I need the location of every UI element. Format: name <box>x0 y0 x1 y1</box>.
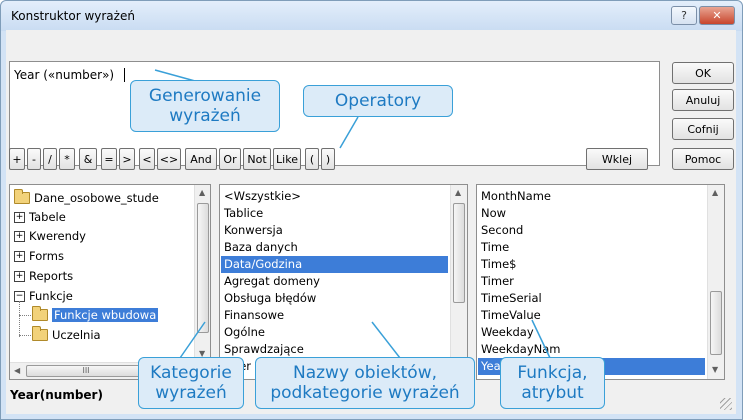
open-folder-icon <box>32 306 48 321</box>
help-button[interactable]: Pomoc <box>672 148 734 170</box>
list-item[interactable]: Second <box>481 222 523 239</box>
list-item[interactable]: Time <box>481 239 509 256</box>
scroll-thumb[interactable] <box>453 203 465 303</box>
operator-greater-button[interactable]: > <box>119 148 135 170</box>
function-syntax-status: Year(number) <box>10 388 103 402</box>
ok-button[interactable]: OK <box>672 62 734 84</box>
list-item[interactable]: WeekdayNam <box>481 341 561 358</box>
tree-item-forms[interactable]: + Forms <box>14 247 64 265</box>
list-item[interactable]: TimeValue <box>481 307 541 324</box>
resize-grip[interactable] <box>720 398 732 410</box>
list-item[interactable]: Now <box>481 205 506 222</box>
window-title: Konstruktor wyrażeń <box>11 9 135 23</box>
list-item[interactable]: Obsługa błędów <box>224 290 316 307</box>
list-item[interactable]: Sprawdzające <box>224 341 304 358</box>
scroll-up-icon[interactable]: ▲ <box>199 188 205 197</box>
list-item[interactable]: Baza danych <box>224 239 298 256</box>
tree-vertical-scrollbar[interactable]: ▲ ▼ <box>194 185 210 363</box>
collapse-icon[interactable]: − <box>14 290 25 302</box>
list-item[interactable]: Time$ <box>481 256 516 273</box>
categories-list[interactable]: <Wszystkie> Tablice Konwersja Baza danyc… <box>219 184 468 380</box>
callout-nazwy: Nazwy obiektów, podkategorie wyrażeń <box>255 357 475 409</box>
tree-item-builtin-functions[interactable]: Funkcje wbudowa <box>32 306 159 324</box>
expand-icon[interactable]: + <box>14 230 25 242</box>
list-item[interactable]: <Wszystkie> <box>224 188 301 205</box>
operator-close-paren-button[interactable]: ) <box>321 148 335 170</box>
callout-operatory: Operatory <box>303 85 453 117</box>
scroll-thumb[interactable] <box>710 291 722 355</box>
tree-connector-branch <box>19 335 31 336</box>
list-item[interactable]: Finansowe <box>224 307 284 324</box>
list-item-selected[interactable]: Data/Godzina <box>221 256 448 273</box>
tree-connector-line <box>19 301 20 337</box>
operator-equals-button[interactable]: = <box>101 148 117 170</box>
scroll-thumb[interactable]: III <box>26 365 146 377</box>
title-bar[interactable]: Konstruktor wyrażeń ? ✕ <box>1 1 742 31</box>
expand-icon[interactable]: + <box>14 211 25 223</box>
tree-item-tables[interactable]: + Tabele <box>14 208 66 226</box>
list-item[interactable]: Tablice <box>224 205 263 222</box>
callout-funkcja: Funkcja, atrybut <box>500 357 605 409</box>
text-caret <box>124 68 125 82</box>
operator-multiply-button[interactable]: * <box>59 148 75 170</box>
expand-icon[interactable]: + <box>14 270 25 282</box>
functions-vertical-scrollbar[interactable]: ▲ ▼ <box>707 185 724 379</box>
operator-not-button[interactable]: Not <box>243 148 271 170</box>
folder-icon <box>32 326 48 341</box>
scroll-up-icon[interactable]: ▲ <box>455 188 461 197</box>
undo-button[interactable]: Cofnij <box>672 118 734 140</box>
callout-generowanie: Generowanie wyrażeń <box>130 80 280 132</box>
paste-button[interactable]: Wklej <box>586 148 648 170</box>
callout-kategorie: Kategorie wyrażeń <box>138 357 244 409</box>
operator-concat-button[interactable]: & <box>79 148 97 170</box>
operator-and-button[interactable]: And <box>185 148 217 170</box>
operator-open-paren-button[interactable]: ( <box>305 148 319 170</box>
help-title-button[interactable]: ? <box>671 6 697 25</box>
operator-plus-button[interactable]: + <box>9 148 25 170</box>
scroll-up-icon[interactable]: ▲ <box>712 188 718 197</box>
functions-list[interactable]: MonthName Now Second Time Time$ Timer Ti… <box>476 184 725 380</box>
elements-tree[interactable]: Dane_osobowe_stude + Tabele + Kwerendy +… <box>9 184 211 380</box>
tree-item-functions[interactable]: − Funkcje <box>14 287 73 305</box>
list-item[interactable]: Konwersja <box>224 222 283 239</box>
list-item[interactable]: MonthName <box>481 188 551 205</box>
tree-connector-branch <box>19 315 31 316</box>
close-button[interactable]: ✕ <box>699 6 735 25</box>
tree-item-root-folder[interactable]: Dane_osobowe_stude <box>14 189 159 207</box>
list-item[interactable]: Timer <box>481 273 514 290</box>
list-item[interactable]: Ogólne <box>224 324 265 341</box>
operator-or-button[interactable]: Or <box>219 148 241 170</box>
cancel-button[interactable]: Anuluj <box>672 89 734 111</box>
expression-text: Year («number») <box>14 68 115 82</box>
operator-less-button[interactable]: < <box>139 148 155 170</box>
expand-icon[interactable]: + <box>14 250 25 262</box>
scroll-thumb[interactable] <box>197 203 209 333</box>
scroll-down-icon[interactable]: ▼ <box>712 365 718 374</box>
list-item[interactable]: TimeSerial <box>481 290 542 307</box>
list-item[interactable]: Agregat domeny <box>224 273 320 290</box>
list-item[interactable]: Weekday <box>481 324 534 341</box>
operator-not-equal-button[interactable]: <> <box>157 148 181 170</box>
operator-like-button[interactable]: Like <box>273 148 301 170</box>
categories-vertical-scrollbar[interactable]: ▲ ▼ <box>450 185 467 379</box>
operator-minus-button[interactable]: - <box>27 148 41 170</box>
folder-icon <box>14 189 30 204</box>
tree-item-reports[interactable]: + Reports <box>14 267 73 285</box>
tree-item-uczelnia[interactable]: Uczelnia <box>32 326 101 344</box>
scroll-left-icon[interactable]: ◀ <box>14 366 20 375</box>
operator-divide-button[interactable]: / <box>43 148 57 170</box>
tree-item-queries[interactable]: + Kwerendy <box>14 227 86 245</box>
